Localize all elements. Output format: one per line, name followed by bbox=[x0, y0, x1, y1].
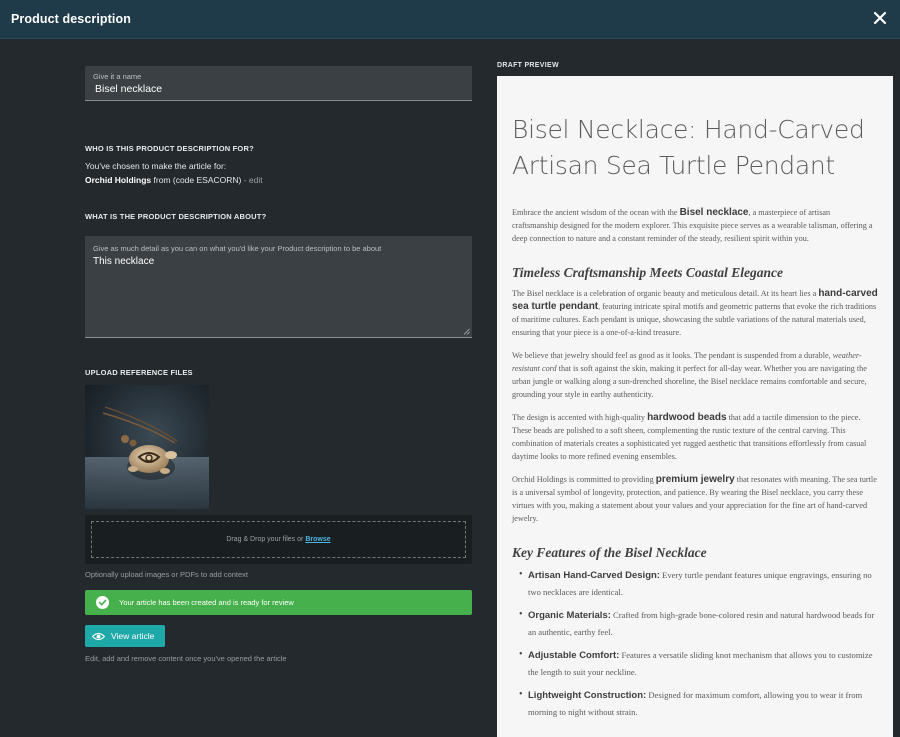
preview-heading-craftsmanship: Timeless Craftsmanship Meets Coastal Ele… bbox=[512, 265, 784, 280]
upload-help-text: Optionally upload images or PDFs to add … bbox=[85, 570, 249, 579]
form-panel: Give it a name Bisel necklace WHO IS THI… bbox=[85, 66, 472, 663]
close-button[interactable] bbox=[873, 11, 889, 27]
name-field-value[interactable]: Bisel necklace bbox=[93, 83, 464, 95]
close-icon bbox=[873, 11, 887, 25]
feature-item: Adjustable Comfort: Features a versatile… bbox=[519, 647, 878, 680]
client-name: Orchid Holdings bbox=[85, 175, 152, 185]
check-circle-icon bbox=[96, 596, 109, 609]
preview-feature-list: Artisan Hand-Carved Design: Every turtle… bbox=[519, 567, 878, 720]
turtle-pendant-image bbox=[85, 385, 209, 509]
client-code: from (code ESACORN) bbox=[153, 175, 242, 185]
success-alert: Your article has been created and is rea… bbox=[85, 590, 472, 615]
preview-paragraph-2: We believe that jewelry should feel as g… bbox=[512, 351, 867, 399]
audience-line: You've chosen to make the article for: bbox=[85, 161, 227, 171]
draft-preview-panel[interactable]: Bisel Necklace: Hand-Carved Artisan Sea … bbox=[497, 76, 893, 737]
preview-paragraph-1: The Bisel necklace is a celebration of o… bbox=[512, 288, 878, 337]
view-article-help: Edit, add and remove content once you've… bbox=[85, 654, 287, 663]
preview-intro: Embrace the ancient wisdom of the ocean … bbox=[512, 207, 873, 243]
upload-heading: UPLOAD REFERENCE FILES bbox=[85, 368, 193, 377]
feature-item: Artisan Hand-Carved Design: Every turtle… bbox=[519, 567, 878, 600]
name-field[interactable]: Give it a name Bisel necklace bbox=[85, 66, 472, 101]
feature-item: Lightweight Construction: Designed for m… bbox=[519, 687, 878, 720]
edit-client-link[interactable]: - edit bbox=[244, 175, 263, 185]
resize-handle-icon[interactable] bbox=[463, 328, 470, 335]
about-textarea[interactable]: Give as much detail as you can on what y… bbox=[85, 236, 472, 338]
audience-heading: WHO IS THIS PRODUCT DESCRIPTION FOR? bbox=[85, 144, 254, 153]
eye-icon bbox=[92, 632, 105, 640]
about-heading: WHAT IS THE PRODUCT DESCRIPTION ABOUT? bbox=[85, 212, 267, 221]
name-field-label: Give it a name bbox=[93, 72, 142, 81]
view-article-button[interactable]: View article bbox=[85, 625, 165, 647]
preview-title: Bisel Necklace: Hand-Carved Artisan Sea … bbox=[512, 115, 865, 180]
view-article-label: View article bbox=[111, 631, 155, 641]
preview-heading-features: Key Features of the Bisel Necklace bbox=[512, 545, 707, 560]
feature-item: Organic Materials: Crafted from high-gra… bbox=[519, 607, 878, 640]
success-message: Your article has been created and is rea… bbox=[119, 598, 294, 607]
file-dropzone[interactable]: Drag & Drop your files or Browse bbox=[85, 515, 472, 564]
about-textarea-value[interactable]: This necklace bbox=[93, 256, 464, 267]
dropzone-text: Drag & Drop your files or bbox=[226, 536, 304, 543]
uploaded-image-thumbnail[interactable] bbox=[85, 385, 209, 509]
draft-preview-label: DRAFT PREVIEW bbox=[497, 62, 559, 69]
about-textarea-label: Give as much detail as you can on what y… bbox=[93, 244, 382, 253]
audience-client-line: Orchid Holdings from (code ESACORN) - ed… bbox=[85, 175, 263, 185]
modal-title: Product description bbox=[11, 12, 131, 26]
preview-paragraph-4: Orchid Holdings is committed to providin… bbox=[512, 474, 877, 523]
preview-paragraph-3: The design is accented with high-quality… bbox=[512, 412, 867, 461]
browse-link[interactable]: Browse bbox=[305, 536, 330, 543]
dropzone-area[interactable]: Drag & Drop your files or Browse bbox=[91, 521, 466, 558]
modal-header: Product description bbox=[0, 0, 900, 39]
